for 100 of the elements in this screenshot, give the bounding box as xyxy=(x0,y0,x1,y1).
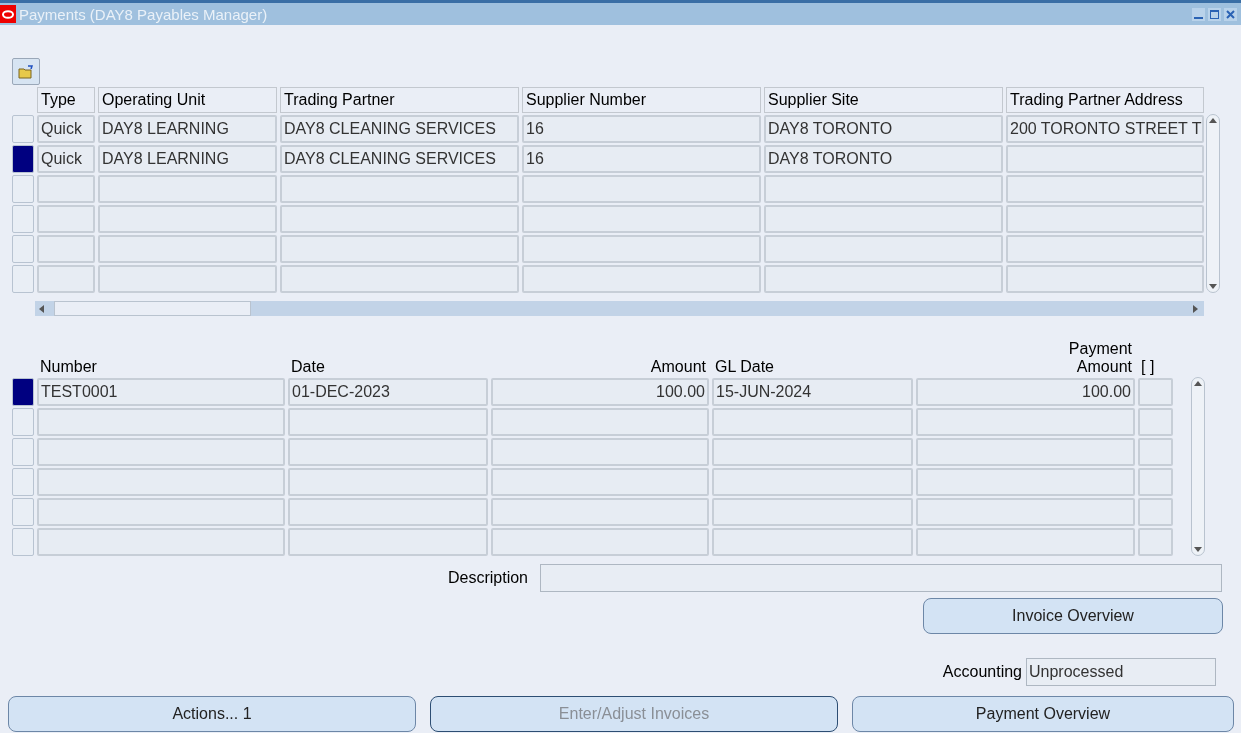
scroll-right-arrow-icon[interactable] xyxy=(1193,304,1198,313)
table-cell[interactable] xyxy=(280,205,519,233)
field-label: Description xyxy=(447,569,528,587)
table-cell[interactable] xyxy=(37,498,285,526)
table-cell[interactable] xyxy=(98,265,277,293)
table-cell[interactable] xyxy=(1006,175,1204,203)
table-cell[interactable]: 16 xyxy=(522,145,761,173)
table-cell[interactable] xyxy=(280,175,519,203)
scroll-up-arrow-icon[interactable] xyxy=(1209,118,1217,123)
table-cell[interactable] xyxy=(764,265,1003,293)
table-cell[interactable] xyxy=(522,205,761,233)
table-cell[interactable] xyxy=(1006,145,1204,173)
table-cell[interactable]: 15-JUN-2024 xyxy=(712,378,913,406)
table-cell[interactable]: 100.00 xyxy=(916,378,1135,406)
action-button[interactable]: Actions... 1 xyxy=(8,696,416,732)
table-cell[interactable] xyxy=(522,235,761,263)
table-cell[interactable] xyxy=(1138,528,1173,556)
row-selector[interactable] xyxy=(12,145,34,173)
table-cell[interactable] xyxy=(712,498,913,526)
table-cell[interactable]: 200 TORONTO STREET T xyxy=(1006,115,1204,143)
table-cell[interactable] xyxy=(764,205,1003,233)
table-cell[interactable] xyxy=(1138,378,1173,406)
table-cell[interactable] xyxy=(37,175,95,203)
horizontal-scrollbar[interactable] xyxy=(35,301,1204,316)
accounting-field[interactable]: Unprocessed xyxy=(1026,658,1216,686)
vertical-scrollbar[interactable] xyxy=(1206,114,1220,293)
open-folder-button[interactable] xyxy=(12,58,40,85)
table-cell[interactable] xyxy=(37,408,285,436)
table-cell[interactable]: Quick xyxy=(37,115,95,143)
vertical-scrollbar[interactable] xyxy=(1191,377,1205,556)
invoice-overview-button[interactable]: Invoice Overview xyxy=(923,598,1223,634)
table-cell[interactable]: DAY8 TORONTO xyxy=(764,115,1003,143)
table-cell[interactable] xyxy=(280,265,519,293)
table-cell[interactable]: DAY8 CLEANING SERVICES xyxy=(280,115,519,143)
table-cell[interactable] xyxy=(712,438,913,466)
minimize-icon[interactable] xyxy=(1192,7,1205,21)
table-cell[interactable] xyxy=(712,528,913,556)
table-cell[interactable] xyxy=(37,235,95,263)
table-cell[interactable]: DAY8 CLEANING SERVICES xyxy=(280,145,519,173)
window-title: Payments (DAY8 Payables Manager) xyxy=(19,5,269,23)
table-cell[interactable]: DAY8 LEARNING xyxy=(98,115,277,143)
close-icon[interactable] xyxy=(1224,7,1237,21)
table-cell[interactable] xyxy=(1006,265,1204,293)
table-cell[interactable] xyxy=(1138,498,1173,526)
table-cell[interactable] xyxy=(712,468,913,496)
table-cell[interactable] xyxy=(491,468,709,496)
table-cell[interactable]: DAY8 LEARNING xyxy=(98,145,277,173)
maximize-icon[interactable] xyxy=(1208,7,1221,21)
table-cell[interactable] xyxy=(1006,205,1204,233)
table-cell[interactable] xyxy=(280,235,519,263)
table-cell[interactable] xyxy=(1138,438,1173,466)
scroll-left-arrow-icon[interactable] xyxy=(39,304,44,313)
table-cell[interactable] xyxy=(1006,235,1204,263)
description-field[interactable] xyxy=(540,564,1222,592)
column-header: Type xyxy=(37,87,95,113)
table-cell[interactable] xyxy=(1138,468,1173,496)
table-cell[interactable] xyxy=(288,468,488,496)
table-cell[interactable] xyxy=(288,408,488,436)
table-cell[interactable]: Quick xyxy=(37,145,95,173)
column-header: GL Date xyxy=(714,357,775,376)
table-cell[interactable] xyxy=(491,528,709,556)
table-cell[interactable]: 16 xyxy=(522,115,761,143)
table-cell[interactable] xyxy=(916,528,1135,556)
table-cell[interactable]: 100.00 xyxy=(491,378,709,406)
table-cell[interactable]: TEST0001 xyxy=(37,378,285,406)
table-cell[interactable] xyxy=(98,175,277,203)
table-cell[interactable] xyxy=(916,498,1135,526)
scroll-up-arrow-icon[interactable] xyxy=(1194,381,1202,386)
table-cell[interactable] xyxy=(288,438,488,466)
table-cell[interactable] xyxy=(916,468,1135,496)
scroll-down-arrow-icon[interactable] xyxy=(1194,547,1202,552)
table-cell[interactable] xyxy=(522,265,761,293)
table-cell[interactable] xyxy=(1138,408,1173,436)
table-cell[interactable] xyxy=(98,205,277,233)
table-cell[interactable] xyxy=(712,408,913,436)
table-cell[interactable] xyxy=(764,235,1003,263)
table-cell[interactable] xyxy=(37,528,285,556)
table-cell[interactable] xyxy=(522,175,761,203)
table-cell[interactable] xyxy=(491,438,709,466)
table-cell[interactable] xyxy=(491,408,709,436)
table-cell[interactable] xyxy=(37,468,285,496)
table-cell[interactable] xyxy=(916,438,1135,466)
table-cell[interactable]: DAY8 TORONTO xyxy=(764,145,1003,173)
table-cell[interactable]: 01-DEC-2023 xyxy=(288,378,488,406)
column-header: Payment Amount xyxy=(1067,340,1133,376)
table-cell[interactable] xyxy=(916,408,1135,436)
table-cell[interactable] xyxy=(764,175,1003,203)
scroll-down-arrow-icon[interactable] xyxy=(1209,284,1217,289)
table-cell[interactable] xyxy=(288,498,488,526)
table-cell[interactable] xyxy=(37,205,95,233)
action-button[interactable]: Payment Overview xyxy=(852,696,1234,732)
column-header: Trading Partner xyxy=(280,87,519,113)
table-cell[interactable] xyxy=(37,438,285,466)
folder-icon xyxy=(18,64,34,79)
table-cell[interactable] xyxy=(98,235,277,263)
row-selector[interactable] xyxy=(12,378,34,406)
column-header: Trading Partner Address xyxy=(1006,87,1204,113)
table-cell[interactable] xyxy=(288,528,488,556)
table-cell[interactable] xyxy=(37,265,95,293)
table-cell[interactable] xyxy=(491,498,709,526)
